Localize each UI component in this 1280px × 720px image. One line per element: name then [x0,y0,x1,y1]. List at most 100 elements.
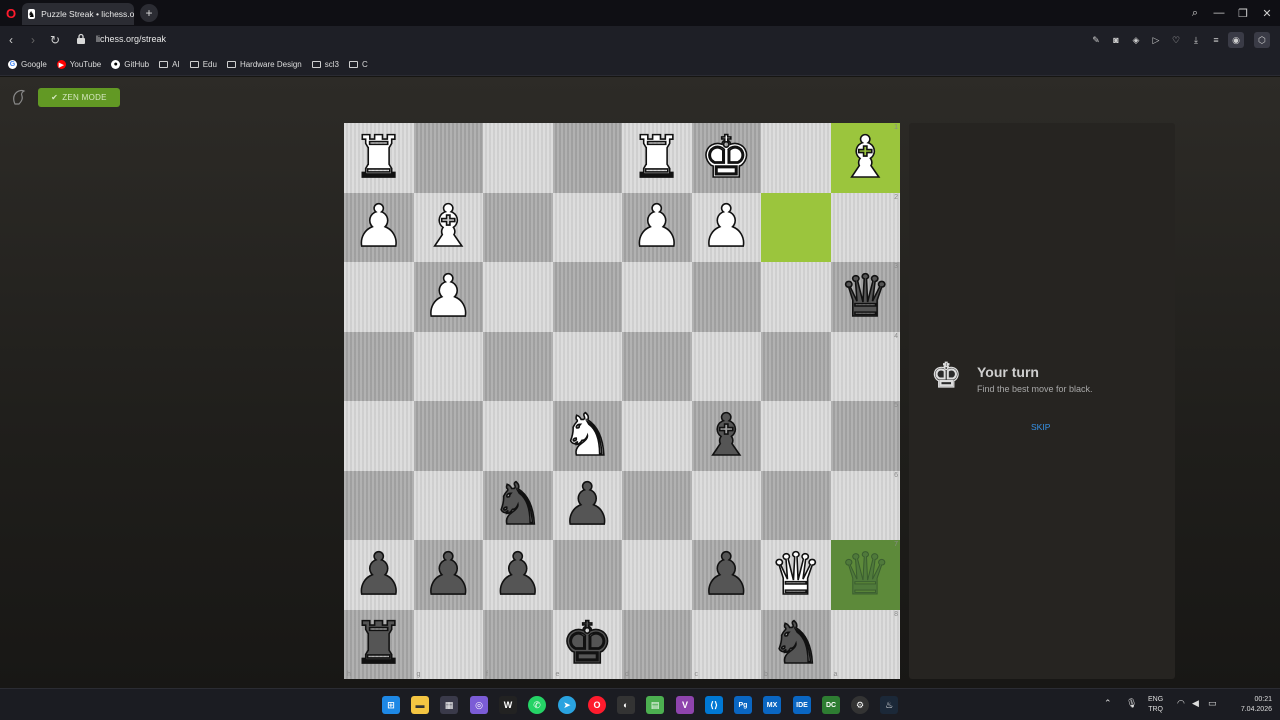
board-square[interactable]: 4 [830,331,900,401]
black-knight-piece[interactable]: ♞ [491,475,545,535]
zen-mode-button[interactable]: ✔ ZEN MODE [38,88,120,107]
microphone-icon[interactable]: 🎙 [1126,698,1137,709]
visual-studio-icon[interactable]: V [676,696,694,714]
white-pawn-piece[interactable]: ♟ [352,197,406,257]
board-square[interactable]: f [483,609,553,679]
board-square[interactable]: ♛ [761,540,831,610]
board-square[interactable] [483,331,553,401]
bookmark-folder-scl3[interactable]: scl3 [311,60,339,69]
white-pawn-piece[interactable]: ♟ [630,197,684,257]
black-pawn-piece[interactable]: ♟ [491,544,545,604]
menu-icon[interactable]: ≡ [1208,32,1224,48]
board-square[interactable] [344,401,414,471]
board-square[interactable] [483,192,553,262]
board-square[interactable]: ♟ [344,540,414,610]
reload-button[interactable]: ↻ [44,29,66,51]
white-bishop-piece[interactable]: ♝ [421,197,475,257]
restore-button[interactable]: ❐ [1231,0,1255,26]
board-square[interactable]: ♟ [413,262,483,332]
board-square[interactable] [691,262,761,332]
white-queen-piece[interactable]: ♛ [769,544,823,604]
board-square[interactable] [761,262,831,332]
board-square[interactable] [691,470,761,540]
lichess-logo-icon[interactable] [10,88,28,106]
board-square[interactable]: 6 [830,470,900,540]
white-rook-piece[interactable]: ♜ [630,127,684,187]
board-square[interactable] [483,123,553,193]
white-rook-piece[interactable]: ♜ [352,127,406,187]
board-square[interactable]: ♟ [691,540,761,610]
black-pawn-piece[interactable]: ♟ [699,544,753,604]
board-square[interactable]: 7 ♛ [830,540,900,610]
language-indicator[interactable]: ENG TRQ [1148,695,1163,715]
whatsapp-icon[interactable]: ✆ [528,696,546,714]
ide-icon[interactable]: IDE [793,696,811,714]
board-square[interactable]: ♞ [552,401,622,471]
edit-icon[interactable]: ✎ [1088,32,1104,48]
board-square[interactable] [622,401,692,471]
profile-icon[interactable]: ◉ [1228,32,1244,48]
board-square[interactable]: ♜ [344,123,414,193]
board-square[interactable]: ♟ [344,192,414,262]
board-square[interactable] [761,401,831,471]
camera-icon[interactable]: ◙ [1108,32,1124,48]
clock[interactable]: 00:21 7.04.2026 [1230,695,1272,715]
black-bishop-piece[interactable]: ♝ [699,405,753,465]
board-square[interactable] [761,123,831,193]
telegram-icon[interactable]: ➤ [558,696,576,714]
white-knight-piece[interactable]: ♞ [560,405,614,465]
board-square[interactable] [552,123,622,193]
black-pawn-piece[interactable]: ♟ [560,475,614,535]
board-square[interactable] [622,470,692,540]
board-square[interactable]: ♟ [691,192,761,262]
board-square[interactable]: 2 [830,192,900,262]
board-square[interactable] [691,331,761,401]
steam-icon[interactable]: ♨ [880,696,898,714]
board-square[interactable]: 1 ♝ [830,123,900,193]
app-icon[interactable]: ◐ [617,696,635,714]
board-square[interactable] [413,331,483,401]
board-square[interactable]: 8a [830,609,900,679]
white-bishop-piece[interactable]: ♝ [838,127,892,187]
bookmark-folder-hardware-design[interactable]: Hardware Design [226,60,302,69]
forward-button[interactable]: › [22,29,44,51]
board-square[interactable]: b ♞ [761,609,831,679]
board-square[interactable] [552,262,622,332]
battery-icon[interactable]: ▭ [1208,698,1217,709]
board-square[interactable]: 3 ♛ [830,262,900,332]
board-square[interactable] [344,470,414,540]
board-square[interactable]: ♟ [552,470,622,540]
board-square[interactable] [552,192,622,262]
board-square[interactable]: ♞ [483,470,553,540]
bookmark-github[interactable]: ● GitHub [111,60,149,69]
bookmark-youtube[interactable]: ▶ YouTube [56,60,101,69]
black-rook-piece[interactable]: ♜ [352,614,406,674]
board-square[interactable]: ♝ [413,192,483,262]
epic-games-icon[interactable]: W [499,696,517,714]
bookmark-folder-edu[interactable]: Edu [189,60,217,69]
board-square[interactable] [622,540,692,610]
shield-icon[interactable]: ◈ [1128,32,1144,48]
black-pawn-piece[interactable]: ♟ [352,544,406,604]
board-square[interactable]: 5 [830,401,900,471]
board-square[interactable] [413,470,483,540]
store-icon[interactable]: ▦ [440,696,458,714]
app-icon[interactable]: MX [763,696,781,714]
board-square[interactable] [761,192,831,262]
file-explorer-icon[interactable]: ▬ [411,696,429,714]
volume-icon[interactable]: ◀ [1192,698,1199,709]
black-knight-piece[interactable]: ♞ [769,614,823,674]
white-pawn-piece[interactable]: ♟ [699,197,753,257]
board-square[interactable]: ♚ [691,123,761,193]
board-square[interactable] [413,123,483,193]
app-icon[interactable]: ◎ [470,696,488,714]
back-button[interactable]: ‹ [0,29,22,51]
close-window-button[interactable]: ✕ [1255,0,1279,26]
board-square[interactable] [552,331,622,401]
bookmark-folder-c[interactable]: C [348,60,368,69]
board-square[interactable]: ♟ [622,192,692,262]
vscode-icon[interactable]: ⟨⟩ [705,696,723,714]
bookmark-folder-ai[interactable]: AI [159,60,180,69]
chess-board[interactable]: ♜ ♜ ♚ 1 ♝ ♟ ♝ ♟ ♟ 2 ♟ 3 ♛ 4 ♞ ♝ 5 ♞ ♟ 6 ♟ ♟ ♟ ♟ ♛ 7 ♛ h ♜ g f e ♚ d c b ♞ 8 a [344,123,900,679]
url-field[interactable]: lichess.org/streak [96,34,166,44]
